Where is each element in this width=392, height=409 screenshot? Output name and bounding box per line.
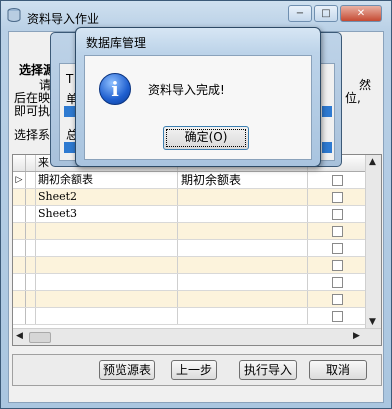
total-progress-bar-end <box>322 142 332 153</box>
message-box: 数据库管理 i 资料导入完成! 确定(O) <box>75 27 321 167</box>
select-cell <box>308 223 368 239</box>
table-row[interactable] <box>13 291 368 308</box>
table-row[interactable] <box>13 274 368 291</box>
instruction-line2-end: 位, <box>345 91 361 105</box>
source-sheet-cell[interactable] <box>35 291 178 307</box>
select-cell <box>308 240 368 256</box>
import-checkbox[interactable] <box>332 243 343 254</box>
ok-button[interactable]: 确定(O) <box>163 126 249 150</box>
execute-import-button[interactable]: 执行导入 <box>239 360 297 380</box>
import-checkbox[interactable] <box>332 209 343 220</box>
database-icon <box>7 8 21 22</box>
source-sheet-cell[interactable] <box>35 308 178 324</box>
table-row[interactable]: ▷ 期初余额表 期初余额表 <box>13 172 368 189</box>
vertical-scrollbar[interactable]: ▲ ▼ <box>365 155 381 329</box>
target-table-cell[interactable] <box>178 274 308 290</box>
message-box-body: i 资料导入完成! 确定(O) <box>84 55 312 160</box>
import-checkbox[interactable] <box>332 260 343 271</box>
sheet-grid[interactable]: 来 ▷ 期初余额表 期初余额表 Sheet2 Sheet3 ▲ ▼ ◀ ▶ <box>12 154 382 346</box>
select-cell <box>308 172 368 188</box>
source-sheet-cell[interactable] <box>35 223 178 239</box>
horizontal-scroll-thumb[interactable] <box>29 332 51 343</box>
import-checkbox[interactable] <box>332 311 343 322</box>
cancel-button[interactable]: 取消 <box>309 360 367 380</box>
source-sheet-cell[interactable] <box>35 274 178 290</box>
table-row[interactable]: Sheet2 <box>13 189 368 206</box>
select-cell <box>308 308 368 324</box>
import-checkbox[interactable] <box>332 277 343 288</box>
message-box-title: 数据库管理 <box>86 36 147 50</box>
source-sheet-cell[interactable]: 期初余额表 <box>35 172 178 188</box>
import-checkbox[interactable] <box>332 294 343 305</box>
maximize-button[interactable]: □ <box>314 5 338 22</box>
main-titlebar[interactable]: 资料导入作业 − □ ✕ <box>1 1 391 29</box>
target-table-cell[interactable] <box>178 308 308 324</box>
select-cell <box>308 257 368 273</box>
source-sheet-cell[interactable]: Sheet3 <box>35 206 178 222</box>
source-sheet-cell[interactable]: Sheet2 <box>35 189 178 205</box>
minimize-button[interactable]: − <box>288 5 312 22</box>
scroll-right-icon[interactable]: ▶ <box>353 331 360 341</box>
target-table-cell[interactable] <box>178 291 308 307</box>
select-cell <box>308 274 368 290</box>
scroll-left-icon[interactable]: ◀ <box>16 331 23 341</box>
target-table-cell[interactable] <box>178 257 308 273</box>
table-row[interactable] <box>13 308 368 325</box>
target-table-cell[interactable]: 期初余额表 <box>178 172 308 188</box>
target-table-cell[interactable] <box>178 189 308 205</box>
source-sheet-cell[interactable] <box>35 240 178 256</box>
bottom-button-bar: 预览源表 上一步 执行导入 取消 <box>12 354 382 386</box>
target-table-cell[interactable] <box>178 206 308 222</box>
table-row[interactable] <box>13 223 368 240</box>
import-checkbox[interactable] <box>332 175 343 186</box>
item-progress-bar-end <box>322 106 332 117</box>
select-sheet-label: 选择系 <box>14 128 51 142</box>
table-row[interactable]: Sheet3 <box>13 206 368 223</box>
scroll-up-icon[interactable]: ▲ <box>369 157 376 167</box>
table-row[interactable] <box>13 257 368 274</box>
import-checkbox[interactable] <box>332 226 343 237</box>
select-cell <box>308 189 368 205</box>
select-cell <box>308 206 368 222</box>
target-table-cell[interactable] <box>178 240 308 256</box>
close-button[interactable]: ✕ <box>340 5 382 22</box>
source-sheet-cell[interactable] <box>35 257 178 273</box>
target-table-cell[interactable] <box>178 223 308 239</box>
progress-t-label: T <box>66 72 74 86</box>
info-icon: i <box>99 73 131 105</box>
table-row[interactable] <box>13 240 368 257</box>
select-cell <box>308 291 368 307</box>
message-text: 资料导入完成! <box>148 83 225 97</box>
main-window-title: 资料导入作业 <box>27 12 100 26</box>
preview-source-button[interactable]: 预览源表 <box>99 360 155 380</box>
previous-step-button[interactable]: 上一步 <box>171 360 217 380</box>
scroll-down-icon[interactable]: ▼ <box>369 317 376 327</box>
import-checkbox[interactable] <box>332 192 343 203</box>
horizontal-scrollbar[interactable]: ◀ ▶ <box>13 328 381 345</box>
instruction-line3: 即可执 <box>14 104 51 118</box>
